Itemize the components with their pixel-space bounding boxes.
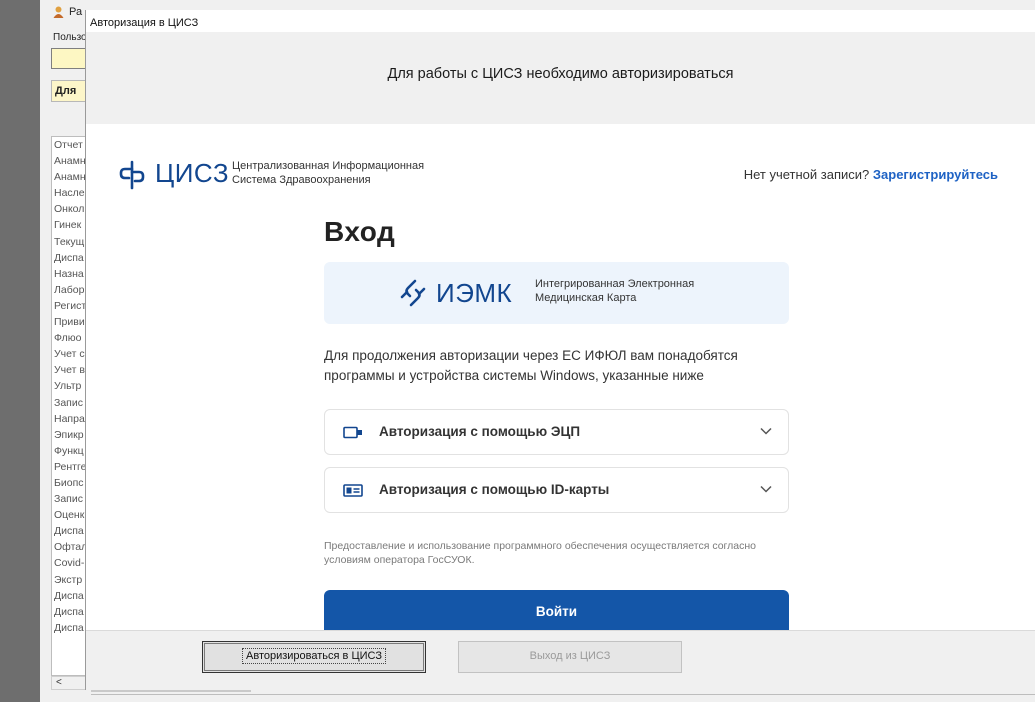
auth-option-ecp-label: Авторизация с помощью ЭЦП xyxy=(379,424,581,439)
usb-token-icon xyxy=(343,426,362,439)
background-menu-item[interactable]: Приви xyxy=(52,314,90,330)
web-content: ЦИСЗ Централизованная Информационная Сис… xyxy=(86,124,1035,630)
background-menu-item[interactable]: Назна xyxy=(52,266,90,282)
user-icon xyxy=(53,6,64,18)
background-menu-item[interactable]: Напра xyxy=(52,411,90,427)
user-field-label: Пользо xyxy=(53,32,87,43)
background-menu-item[interactable]: Запис xyxy=(52,491,90,507)
user-input[interactable] xyxy=(51,48,91,69)
banner-text: Для работы с ЦИСЗ необходимо авторизиров… xyxy=(387,66,734,82)
authorize-button-label: Авторизироваться в ЦИСЗ xyxy=(242,648,386,664)
background-menu-item[interactable]: Анамн xyxy=(52,153,90,169)
background-menu-item[interactable]: Диспа xyxy=(52,588,90,604)
background-menu-item[interactable]: Насле xyxy=(52,185,90,201)
background-menu-item[interactable]: Оценк xyxy=(52,507,90,523)
cisz-logo-text: ЦИСЗ xyxy=(155,158,230,188)
background-menu-item[interactable]: Биопс xyxy=(52,475,90,491)
dialog-title: Авторизация в ЦИСЗ xyxy=(86,10,1035,32)
background-menu-item[interactable]: Текущ xyxy=(52,234,90,250)
login-button[interactable]: Войти xyxy=(324,590,789,630)
exit-button[interactable]: Выход из ЦИСЗ xyxy=(458,641,682,673)
background-menu-item[interactable]: Covid- xyxy=(52,555,90,571)
register-row: Нет учетной записи? Зарегистрируйтесь xyxy=(744,167,998,182)
iemk-subtitle-line2: Медицинская Карта xyxy=(535,292,637,304)
background-menu-item[interactable]: Регист xyxy=(52,298,90,314)
iemk-subtitle-line1: Интегрированная Электронная xyxy=(535,278,695,290)
authorize-button[interactable]: Авторизироваться в ЦИСЗ xyxy=(202,641,426,673)
dialog-footer: Авторизироваться в ЦИСЗ Выход из ЦИСЗ xyxy=(86,630,1035,690)
background-menu-item[interactable]: Гинек xyxy=(52,217,90,233)
iemk-card: ИЭМК Интегрированная Электронная Медицин… xyxy=(324,262,789,324)
background-menu-item[interactable]: Запис xyxy=(52,395,90,411)
background-menu-item[interactable]: Диспа xyxy=(52,250,90,266)
background-menu-item[interactable]: Диспа xyxy=(52,620,90,636)
auth-option-ecp[interactable]: Авторизация с помощью ЭЦП xyxy=(324,409,789,455)
background-menu-item[interactable]: Ультр xyxy=(52,378,90,394)
auth-option-idcard[interactable]: Авторизация с помощью ID-карты xyxy=(324,467,789,513)
background-menu-item[interactable]: Рентге xyxy=(52,459,90,475)
background-menu-list[interactable]: Отчет Анамн Анамн Насле Онкол Гинек Текущ Диспа… xyxy=(51,136,91,676)
disclaimer-text: Предоставление и использование программн… xyxy=(324,540,757,566)
divider xyxy=(91,694,1035,695)
chevron-down-icon[interactable] xyxy=(760,427,772,435)
background-menu-item[interactable]: Эпикр xyxy=(52,427,90,443)
background-menu-item[interactable]: Диспа xyxy=(52,604,90,620)
login-heading: Вход xyxy=(324,216,396,247)
background-app-title: Ра xyxy=(53,6,82,18)
cisz-subtitle: Централизованная Информационная Система … xyxy=(232,159,424,187)
cisz-subtitle-line1: Централизованная Информационная xyxy=(232,160,425,172)
id-card-icon xyxy=(343,484,363,497)
background-menu-item[interactable]: Лабор xyxy=(52,282,90,298)
background-menu-item[interactable]: Отчет xyxy=(52,137,90,153)
instruction-text: Для продолжения авторизации через ЕС ИФЮ… xyxy=(324,348,738,383)
background-app-title-text: Ра xyxy=(69,6,83,18)
dialog-banner: Для работы с ЦИСЗ необходимо авторизиров… xyxy=(86,32,1035,124)
auth-option-idcard-label: Авторизация с помощью ID-карты xyxy=(379,482,610,497)
iemk-logo-text: ИЭМК xyxy=(436,278,513,308)
cisz-subtitle-line2: Система Здравоохранения xyxy=(232,174,371,186)
chevron-down-icon[interactable] xyxy=(760,485,772,493)
auth-dialog: Авторизация в ЦИСЗ Для работы с ЦИСЗ нео… xyxy=(86,10,1035,690)
desktop-edge xyxy=(0,0,40,702)
background-menu-item[interactable]: Диспа xyxy=(52,523,90,539)
iemk-subtitle: Интегрированная Электронная Медицинская … xyxy=(535,277,694,305)
background-for-button[interactable]: Для xyxy=(51,80,91,102)
background-menu-item[interactable]: Учет с xyxy=(52,346,90,362)
background-menu-item[interactable]: Флюо xyxy=(52,330,90,346)
scroll-left-arrow[interactable]: < xyxy=(51,676,91,690)
background-menu-item[interactable]: Учет в xyxy=(52,362,90,378)
register-link[interactable]: Зарегистрируйтесь xyxy=(873,167,998,182)
no-account-text: Нет учетной записи? xyxy=(743,167,870,182)
background-menu-item[interactable]: Офтал xyxy=(52,539,90,555)
background-menu-item[interactable]: Онкол xyxy=(52,201,90,217)
iemk-logo-icon xyxy=(400,279,426,307)
background-menu-item[interactable]: Функц xyxy=(52,443,90,459)
background-menu-item[interactable]: Экстр xyxy=(52,572,90,588)
cisz-logo-icon xyxy=(119,160,145,190)
background-menu-item[interactable]: Анамн xyxy=(52,169,90,185)
